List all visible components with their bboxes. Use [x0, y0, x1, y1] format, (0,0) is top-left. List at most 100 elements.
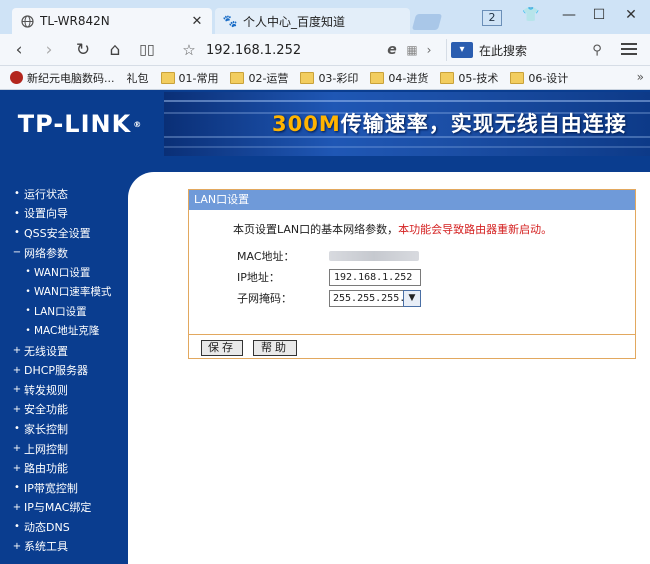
expand-icon: + [12, 345, 22, 357]
chevron-right-icon[interactable]: › [422, 43, 436, 57]
sidebar-item-label: 动态DNS [24, 520, 70, 534]
forward-icon[interactable]: › [38, 39, 60, 61]
folder-icon [160, 71, 175, 84]
help-button[interactable]: 帮助 [253, 340, 297, 356]
menu-icon[interactable] [618, 40, 640, 60]
mac-label: MAC地址： [237, 250, 295, 263]
qr-code-icon[interactable]: ▦ [402, 43, 422, 57]
reload-icon[interactable]: ↻ [72, 39, 94, 61]
bullet-icon: • [25, 325, 31, 336]
bookmark-folder-01[interactable]: 01-常用 [160, 70, 218, 86]
sidebar-item-label: MAC地址克隆 [34, 325, 100, 338]
sidebar-item[interactable]: • 家长控制 [0, 419, 128, 439]
sidebar-item[interactable]: + DHCP服务器 [0, 360, 128, 380]
expand-icon: + [12, 384, 22, 396]
tab-tl-wr842n[interactable]: TL-WR842N ✕ [12, 8, 212, 34]
sidebar-item[interactable]: • 运行状态 [0, 184, 128, 204]
sidebar-item[interactable]: • WAN口设置 [0, 262, 128, 282]
star-icon[interactable]: ☆ [178, 41, 200, 59]
sidebar-item-label: 路由功能 [24, 462, 68, 476]
search-engine-icon[interactable]: ▾ [451, 42, 473, 58]
expand-icon: + [12, 403, 22, 415]
bookmark-gift[interactable]: 礼包 [127, 70, 149, 86]
address-bar[interactable]: ☆ 192.168.1.252 e ▦ › [178, 39, 436, 61]
search-box[interactable]: ▾ 在此搜索 ⚲ [446, 39, 606, 61]
save-button[interactable]: 保存 [201, 340, 243, 356]
reader-icon[interactable]: ▯▯ [136, 39, 158, 61]
sidebar-item-label: 安全功能 [24, 403, 68, 417]
bookmark-folder-02[interactable]: 02-运营 [230, 70, 288, 86]
bookmarks-bar: 新纪元电脑数码... 礼包 01-常用 02-运营 03-彩印 04-进货 05… [0, 66, 650, 90]
bookmark-site[interactable]: 新纪元电脑数码... [10, 70, 115, 86]
bullet-icon: • [14, 227, 20, 239]
sidebar-item[interactable]: • QSS安全设置 [0, 223, 128, 243]
bullet-icon: • [14, 521, 20, 533]
sidebar-item[interactable]: • 设置向导 [0, 204, 128, 224]
expand-icon: + [12, 462, 22, 474]
bookmark-folder-06[interactable]: 06-设计 [510, 70, 568, 86]
expand-icon: + [12, 540, 22, 552]
sidebar-item[interactable]: + 安全功能 [0, 400, 128, 420]
window-close-icon[interactable]: ✕ [618, 7, 644, 23]
tab-title: 个人中心_百度知道 [243, 14, 346, 29]
bookmark-folder-04[interactable]: 04-进货 [370, 70, 428, 86]
more-bookmarks-icon[interactable]: » [637, 70, 644, 84]
sidebar-item[interactable]: • LAN口设置 [0, 302, 128, 322]
bullet-icon: • [25, 306, 31, 317]
lan-settings-panel: LAN口设置 本页设置LAN口的基本网络参数，本功能会导致路由器重新启动。 MA… [188, 189, 636, 359]
close-icon[interactable]: ✕ [190, 14, 204, 29]
bullet-icon: • [25, 267, 31, 278]
bullet-icon: • [14, 482, 20, 494]
home-icon[interactable]: ⌂ [104, 39, 126, 61]
panel-title: LAN口设置 [189, 190, 635, 210]
expand-icon: + [12, 364, 22, 376]
sidebar-item[interactable]: + 系统工具 [0, 537, 128, 557]
ie-mode-icon[interactable]: e [382, 42, 402, 58]
mac-value-redacted [329, 251, 419, 261]
sidebar-item[interactable]: + 转发规则 [0, 380, 128, 400]
new-tab-button[interactable] [411, 14, 443, 30]
minimize-icon[interactable]: — [556, 7, 582, 23]
search-input[interactable]: 在此搜索 [473, 42, 588, 59]
mac-row: MAC地址： [237, 247, 419, 265]
globe-icon [20, 14, 34, 28]
address-input[interactable]: 192.168.1.252 [200, 43, 382, 58]
ip-address-input[interactable]: 192.168.1.252 [329, 268, 421, 286]
sidebar-item[interactable]: + 路由功能 [0, 458, 128, 478]
sidebar-item-label: 家长控制 [24, 422, 68, 436]
mask-row: 子网掩码： 255.255.255.0 ▼ [237, 289, 421, 307]
sidebar-item[interactable]: − 网络参数 [0, 243, 128, 263]
sidebar-item[interactable]: + IP与MAC绑定 [0, 498, 128, 518]
sidebar-item[interactable]: • IP带宽控制 [0, 478, 128, 498]
sidebar-item[interactable]: • MAC地址克隆 [0, 321, 128, 341]
sidebar-item-label: DHCP服务器 [24, 364, 89, 378]
tab-count-badge[interactable]: 2 [482, 10, 502, 26]
back-icon[interactable]: ‹ [8, 39, 30, 61]
sidebar-item[interactable]: • WAN口速率模式 [0, 282, 128, 302]
header-divider [0, 158, 650, 172]
maximize-icon[interactable]: ☐ [586, 7, 612, 23]
ip-label: IP地址： [237, 271, 280, 284]
bookmark-folder-05[interactable]: 05-技术 [440, 70, 498, 86]
browser-tab-bar: TL-WR842N ✕ 🐾 个人中心_百度知道 2 👕 — ☐ ✕ [0, 0, 650, 34]
router-menu: • 运行状态 • 设置向导 • QSS安全设置 − 网络参数 • WAN口设置 • WAN口速率模式 •… [0, 184, 128, 556]
sidebar-item-label: QSS安全设置 [24, 226, 91, 240]
sidebar-item-label: 无线设置 [24, 344, 68, 358]
sidebar-item[interactable]: + 无线设置 [0, 341, 128, 361]
bullet-icon: • [14, 207, 20, 219]
tab-baidu-zhidao[interactable]: 🐾 个人中心_百度知道 [215, 8, 410, 34]
bookmark-folder-03[interactable]: 03-彩印 [300, 70, 358, 86]
tp-link-logo: TP-LINK ® [0, 90, 160, 158]
folder-icon [370, 71, 385, 84]
browser-nav-bar: ‹ › ↻ ⌂ ▯▯ ☆ 192.168.1.252 e ▦ › ▾ 在此搜索 … [0, 34, 650, 66]
folder-icon [300, 71, 315, 84]
sidebar-item-label: 上网控制 [24, 442, 68, 456]
shirt-icon[interactable]: 👕 [518, 7, 544, 23]
sidebar-item-label: 转发规则 [24, 383, 68, 397]
sidebar-item[interactable]: • 动态DNS [0, 517, 128, 537]
header-banner: 300M传输速率，实现无线自由连接 [164, 92, 650, 156]
chevron-down-icon[interactable]: ▼ [403, 289, 421, 307]
search-icon[interactable]: ⚲ [588, 43, 606, 58]
sidebar-item[interactable]: + 上网控制 [0, 439, 128, 459]
subnet-mask-select[interactable]: 255.255.255.0 ▼ [329, 289, 421, 307]
